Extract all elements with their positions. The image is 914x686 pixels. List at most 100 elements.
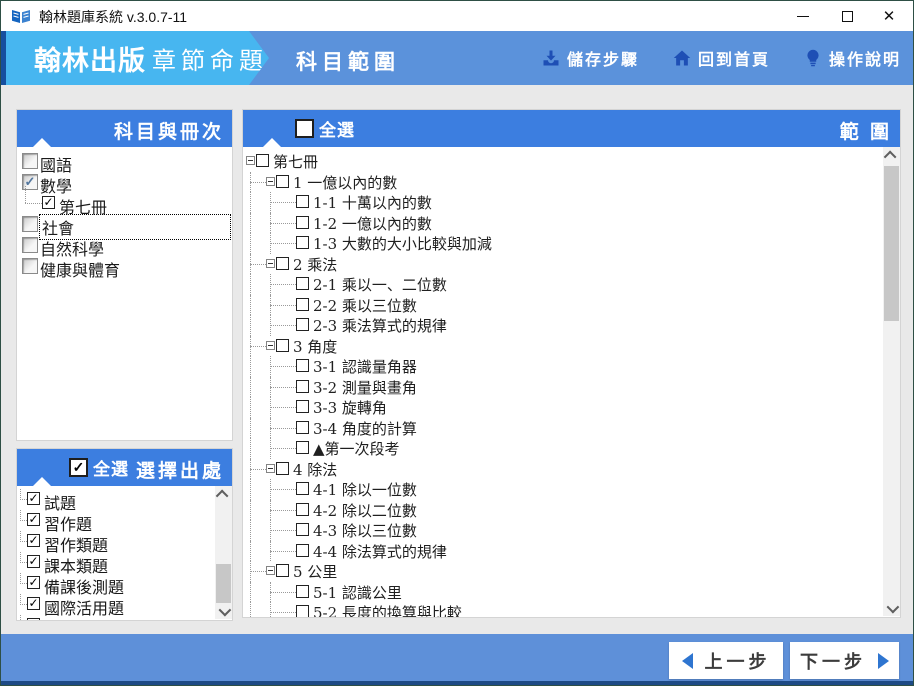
tree-item-label[interactable]: 2-1 乘以一、二位數 <box>313 274 447 295</box>
tree-item-label[interactable]: 4-1 除以一位數 <box>313 479 417 500</box>
checkbox[interactable]: ✓ <box>27 555 40 568</box>
checkbox[interactable] <box>296 605 309 617</box>
expand-toggle[interactable] <box>246 156 255 165</box>
header-accent-strip <box>1 31 6 85</box>
expand-toggle[interactable] <box>266 176 275 186</box>
help-button[interactable]: 操作說明 <box>804 46 901 70</box>
tree-item-label[interactable]: 3-2 測量與畫角 <box>313 377 417 398</box>
tree-item-label[interactable]: 第七冊 <box>273 151 318 172</box>
tree-item-label[interactable]: 3-4 角度的計算 <box>313 418 417 439</box>
checkbox[interactable]: ✓ <box>27 492 40 505</box>
checkbox[interactable] <box>296 195 309 208</box>
checkbox[interactable] <box>22 216 38 232</box>
tree-item-label[interactable]: 4-4 除法算式的規律 <box>313 541 447 562</box>
checkbox[interactable] <box>296 543 309 557</box>
checkbox[interactable]: ✓ <box>27 618 40 620</box>
checkbox[interactable]: ✓ <box>42 196 55 209</box>
checkbox[interactable]: ✓ <box>27 597 40 610</box>
expand-toggle[interactable] <box>266 258 275 268</box>
checkbox[interactable] <box>276 564 289 577</box>
scroll-up-button[interactable] <box>215 486 232 502</box>
tree-item-label[interactable]: 4-2 除以二位數 <box>313 500 417 521</box>
tree-item-label[interactable]: 1 一億以內的數 <box>293 172 397 193</box>
checkbox[interactable] <box>276 174 289 188</box>
checkbox[interactable] <box>276 338 289 352</box>
checkbox[interactable]: ✓ <box>27 513 40 526</box>
range-select-all-checkbox[interactable] <box>295 119 314 138</box>
expand-toggle[interactable] <box>266 463 275 473</box>
previous-step-button[interactable]: 上一步 <box>669 642 783 679</box>
checkbox[interactable] <box>296 359 309 372</box>
scroll-down-button[interactable] <box>883 600 900 616</box>
tree-item-label[interactable]: 5-2 長度的換算與比較 <box>313 602 462 617</box>
range-panel-header: 全選 範 圍 <box>243 110 900 147</box>
checkbox[interactable] <box>296 400 309 413</box>
list-item: 社會 <box>17 214 232 240</box>
checkbox[interactable] <box>296 277 309 290</box>
checkbox[interactable] <box>296 379 309 393</box>
save-steps-icon <box>543 50 559 66</box>
checkbox[interactable] <box>276 461 289 475</box>
tree-row: 3-3 旋轉角 <box>243 397 883 418</box>
tree-guide-line <box>250 294 251 315</box>
maximize-icon <box>841 10 853 22</box>
tree-item-label[interactable]: 2-3 乘法算式的規律 <box>313 315 447 336</box>
tree-item-label[interactable]: 1-3 大數的大小比較與加減 <box>313 233 492 254</box>
list-item: 自然科學 <box>17 235 232 259</box>
tree-row: 1-1 十萬以內的數 <box>243 192 883 213</box>
range-scrollbar[interactable] <box>883 147 900 616</box>
checkbox[interactable] <box>296 584 309 598</box>
source-list: ✓試題✓習作題✓習作類題✓課本類題✓備課後測題✓國際活用題✓TASA模擬題型 <box>17 486 215 620</box>
checkbox[interactable]: ✓ <box>27 534 40 547</box>
tree-item-label[interactable]: 3 角度 <box>293 336 337 357</box>
scrollbar-thumb[interactable] <box>216 564 231 606</box>
source-scrollbar[interactable] <box>215 486 232 619</box>
tree-item-label[interactable]: 4 除法 <box>293 459 337 480</box>
save-steps-button[interactable]: 儲存步驟 <box>542 46 639 70</box>
expand-toggle[interactable] <box>266 566 275 575</box>
scroll-down-button[interactable] <box>215 603 232 619</box>
tree-item-label[interactable]: 5-1 認識公里 <box>313 582 402 603</box>
checkbox[interactable]: ✓ <box>27 576 40 589</box>
next-step-button[interactable]: 下一步 <box>790 642 899 679</box>
close-button[interactable]: ✕ <box>867 1 911 31</box>
checkbox[interactable] <box>296 502 309 516</box>
checkbox[interactable] <box>296 482 309 495</box>
home-button[interactable]: 回到首頁 <box>673 46 770 70</box>
checkbox[interactable] <box>296 420 309 434</box>
checkbox[interactable] <box>296 236 309 249</box>
scrollbar-thumb[interactable] <box>884 166 899 321</box>
tree-item-label[interactable]: 2-2 乘以三位數 <box>313 295 417 316</box>
tree-item-label[interactable]: ▲第一次段考 <box>313 438 400 459</box>
checkbox[interactable] <box>296 297 309 311</box>
expand-toggle[interactable] <box>266 340 275 350</box>
tree-item-label[interactable]: 1-1 十萬以內的數 <box>313 192 432 213</box>
tree-guide-line <box>20 583 27 584</box>
checkbox[interactable] <box>276 256 289 270</box>
checkbox[interactable] <box>296 523 309 536</box>
checkbox[interactable] <box>296 215 309 229</box>
scroll-up-button[interactable] <box>883 147 900 163</box>
tree-item-label[interactable]: 2 乘法 <box>293 254 337 275</box>
tree-guide-line <box>270 202 296 203</box>
tree-item-label[interactable]: 4-3 除以三位數 <box>313 520 417 541</box>
maximize-button[interactable] <box>825 1 869 31</box>
tree-guide-line <box>270 304 296 306</box>
source-select-all-checkbox[interactable]: ✓ <box>69 458 88 477</box>
checkbox[interactable] <box>256 154 269 167</box>
checkbox[interactable] <box>22 237 38 253</box>
tree-item-label[interactable]: 3-3 旋轉角 <box>313 397 387 418</box>
tree-item-label[interactable]: 1-2 一億以內的數 <box>313 213 432 234</box>
checkbox[interactable] <box>22 153 38 169</box>
minimize-button[interactable] <box>781 1 825 31</box>
tree-row: 2-3 乘法算式的規律 <box>243 315 883 336</box>
tree-item-label[interactable]: 5 公里 <box>293 561 337 582</box>
tree-item-label[interactable]: 3-1 認識量角器 <box>313 356 417 377</box>
tree-guide-line <box>270 489 296 490</box>
checkbox[interactable] <box>296 318 309 331</box>
checkbox[interactable] <box>22 258 38 274</box>
item-label[interactable]: 健康與體育 <box>40 257 120 281</box>
item-label[interactable]: TASA模擬題型 <box>44 616 152 620</box>
checkbox[interactable] <box>296 441 309 454</box>
arrow-right-icon <box>878 652 889 669</box>
